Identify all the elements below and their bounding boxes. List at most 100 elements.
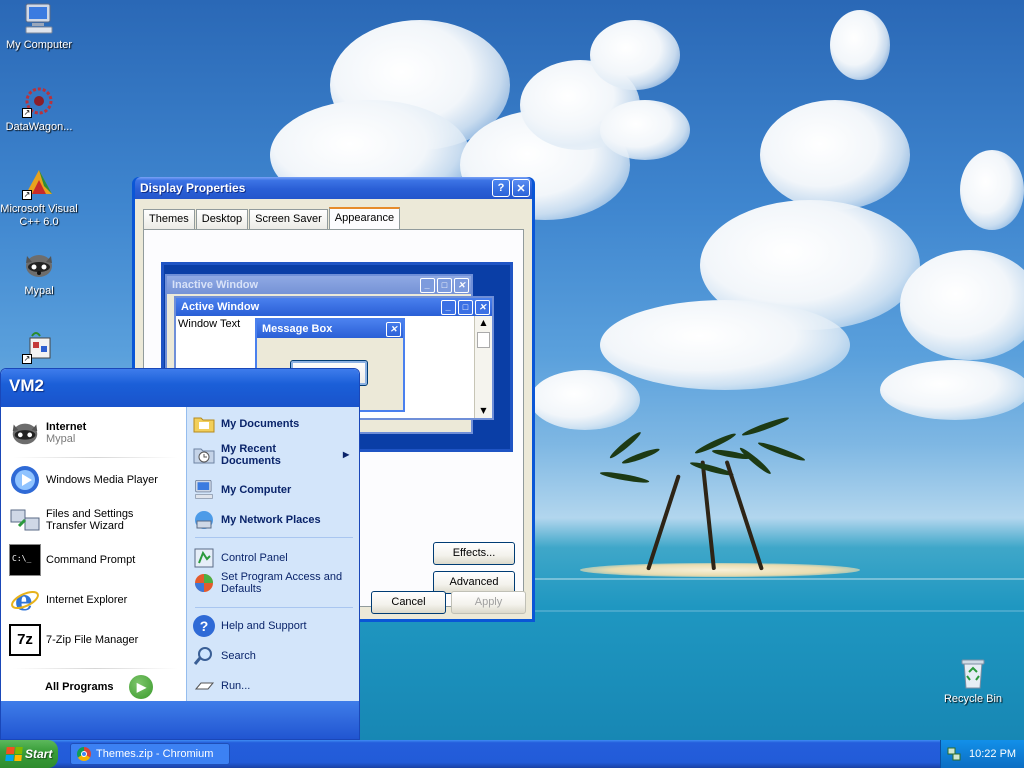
start-place-control-panel[interactable]: Control Panel [193, 547, 288, 569]
start-menu-footer [1, 701, 359, 739]
desktop-icon-unnamed[interactable]: ↗ [0, 330, 79, 367]
wallpaper-cloud [590, 20, 680, 90]
close-icon: ✕ [454, 277, 469, 293]
run-icon [193, 675, 215, 697]
start-place-my-recent-documents[interactable]: My Recent Documents ▶ [193, 443, 353, 467]
start-place-label: Run... [221, 680, 251, 692]
start-place-set-program-access[interactable]: Set Program Access and Defaults [193, 571, 353, 595]
start-item-label: Internet Explorer [46, 594, 128, 606]
island [580, 563, 860, 577]
preview-active-titlebar: Active Window _ □ ✕ [176, 298, 492, 316]
desktop-icon-recycle-bin[interactable]: Recycle Bin [933, 656, 1013, 706]
start-item-internet[interactable]: Internet Mypal [9, 417, 86, 449]
recent-documents-icon [193, 444, 215, 466]
all-programs-button[interactable]: All Programs ▶ [45, 675, 154, 699]
minimize-icon: _ [441, 299, 456, 315]
search-icon [193, 645, 215, 667]
start-item-label: Files and Settings Transfer Wizard [46, 508, 134, 532]
wallpaper-cloud [600, 300, 850, 390]
desktop-icon-visual-cpp[interactable]: ↗ Microsoft Visual C++ 6.0 [0, 166, 79, 229]
preview-message-title: Message Box [262, 323, 333, 335]
start-menu-programs: Internet Mypal Windows Media Player File… [5, 409, 186, 701]
start-item-label: 7-Zip File Manager [46, 634, 139, 646]
start-place-my-network-places[interactable]: My Network Places [193, 509, 321, 531]
all-programs-label: All Programs [45, 681, 114, 693]
system-tray: 10:22 PM [940, 740, 1024, 768]
start-place-label: My Documents [221, 418, 300, 430]
start-menu-user: VM2 [9, 376, 44, 395]
tab-desktop[interactable]: Desktop [195, 209, 249, 229]
wallpaper-cloud [760, 100, 910, 210]
package-icon: ↗ [22, 330, 56, 364]
taskbar-item-label: Themes.zip - Chromium [96, 748, 214, 760]
start-button[interactable]: Start [0, 740, 58, 768]
start-place-my-computer[interactable]: My Computer [193, 479, 291, 501]
start-menu: VM2 Internet Mypal Windows Media Player [0, 368, 360, 740]
internet-explorer-icon: e [9, 584, 41, 617]
desktop-icon-label: Microsoft Visual C++ 6.0 [0, 203, 78, 228]
windows-flag-icon [5, 747, 23, 761]
network-tray-icon[interactable] [947, 747, 961, 761]
start-item-internet-explorer[interactable]: e Internet Explorer [9, 584, 128, 617]
program-access-icon [193, 572, 215, 594]
cancel-button[interactable]: Cancel [371, 591, 446, 614]
start-menu-separator [13, 457, 178, 458]
preview-inactive-title: Inactive Window [172, 279, 259, 291]
clock[interactable]: 10:22 PM [969, 748, 1016, 760]
start-place-my-documents[interactable]: My Documents [193, 413, 299, 435]
svg-text:e: e [15, 584, 33, 616]
window-titlebar[interactable]: Display Properties ? ✕ [135, 177, 532, 199]
visual-cpp-icon: ↗ [22, 166, 56, 200]
tab-appearance[interactable]: Appearance [328, 207, 401, 229]
wallpaper-cloud [530, 370, 640, 430]
taskbar-item-chromium[interactable]: Themes.zip - Chromium [70, 743, 230, 765]
start-place-label: My Network Places [221, 514, 321, 526]
recycle-bin-icon [956, 656, 990, 690]
start-place-label: Set Program Access and Defaults [221, 571, 343, 595]
help-button[interactable]: ? [492, 179, 510, 197]
close-icon: ✕ [475, 299, 490, 315]
wallpaper-cloud [960, 150, 1024, 230]
start-menu-header: VM2 [1, 369, 359, 407]
scroll-thumb [477, 332, 490, 348]
start-item-sublabel: Mypal [46, 433, 76, 445]
start-menu-separator [195, 537, 353, 538]
desktop-icon-datawagon[interactable]: ↗ DataWagon... [0, 84, 79, 134]
preview-inactive-titlebar: Inactive Window _ □ ✕ [167, 276, 471, 294]
start-item-media-player[interactable]: Windows Media Player [9, 464, 158, 496]
start-place-help-support[interactable]: ? Help and Support [193, 615, 307, 637]
desktop-icon-label: My Computer [5, 39, 73, 51]
folder-icon [193, 413, 215, 435]
start-item-transfer-wizard[interactable]: Files and Settings Transfer Wizard [9, 504, 156, 536]
close-button[interactable]: ✕ [512, 179, 530, 197]
my-computer-icon [22, 2, 56, 36]
network-places-icon [193, 509, 215, 531]
start-place-label: My Recent Documents [221, 443, 281, 467]
desktop-icon-label: Mypal [24, 285, 54, 297]
start-menu-separator [13, 668, 178, 669]
apply-button[interactable]: Apply [451, 591, 526, 614]
scroll-down-icon: ▼ [480, 406, 487, 415]
preview-active-title: Active Window [181, 301, 260, 313]
start-place-search[interactable]: Search [193, 645, 256, 667]
mypal-icon [9, 417, 41, 449]
desktop-icon-mypal[interactable]: Mypal [0, 248, 79, 298]
control-panel-icon [193, 547, 215, 569]
scroll-up-icon: ▲ [480, 318, 487, 327]
start-place-label: My Computer [221, 484, 292, 496]
command-prompt-icon: C:\_ [9, 544, 41, 576]
start-item-command-prompt[interactable]: C:\_ Command Prompt [9, 544, 135, 576]
media-player-icon [9, 464, 41, 496]
start-place-run[interactable]: Run... [193, 675, 250, 697]
wallpaper-cloud [830, 10, 890, 80]
effects-button[interactable]: Effects... [433, 542, 515, 565]
tab-themes[interactable]: Themes [143, 209, 195, 229]
wallpaper-cloud [600, 100, 690, 160]
start-place-label: Search [221, 650, 256, 662]
start-place-label: Control Panel [221, 552, 288, 564]
help-icon: ? [193, 615, 215, 637]
start-item-7zip[interactable]: 7z 7-Zip File Manager [9, 624, 138, 656]
window-title: Display Properties [140, 181, 246, 195]
desktop-icon-my-computer[interactable]: My Computer [0, 2, 79, 52]
tab-screen-saver[interactable]: Screen Saver [249, 209, 328, 229]
